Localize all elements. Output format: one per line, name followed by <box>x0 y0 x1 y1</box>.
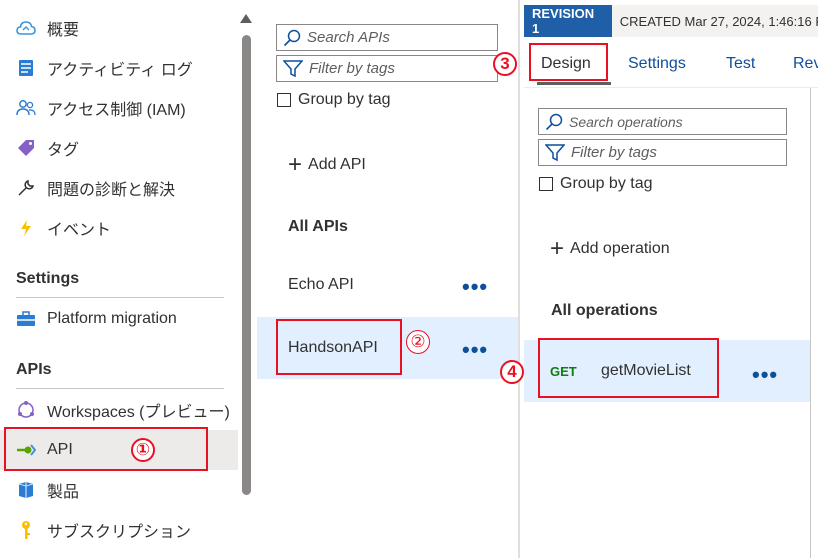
active-tab-indicator <box>537 82 611 85</box>
more-options-icon[interactable]: ••• <box>752 364 778 386</box>
nav-section-settings: Settings <box>16 270 80 287</box>
nav-item-activity-log[interactable]: アクティビティ ログ <box>0 48 238 88</box>
people-icon <box>16 98 36 118</box>
nav-item-products[interactable]: 製品 <box>0 470 238 510</box>
search-operations-placeholder: Search operations <box>569 113 683 130</box>
operations-list: Search operations Filter by tags Group b… <box>524 88 811 558</box>
api-name: Echo API <box>288 276 354 293</box>
nav-label: アクティビティ ログ <box>47 62 193 79</box>
add-operation-label: Add operation <box>570 240 670 257</box>
filter-tags-input[interactable]: Filter by tags <box>276 55 498 82</box>
ops-scrollbar[interactable] <box>810 88 811 558</box>
search-apis-placeholder: Search APIs <box>307 29 390 46</box>
nav-item-iam[interactable]: アクセス制御 (IAM) <box>0 88 238 128</box>
nav-item-subscriptions[interactable]: サブスクリプション <box>0 510 238 550</box>
product-icon <box>16 480 36 500</box>
group-by-tag-label: Group by tag <box>560 175 653 192</box>
tab-settings[interactable]: Settings <box>628 42 686 86</box>
nav-item-events[interactable]: イベント <box>0 208 238 248</box>
key-icon <box>16 520 36 540</box>
nav-label: Platform migration <box>47 310 177 327</box>
nav-divider <box>16 297 224 298</box>
cloud-icon <box>16 18 36 38</box>
filter-tags-placeholder: Filter by tags <box>309 60 395 77</box>
nav-label: 製品 <box>47 484 80 501</box>
search-icon <box>283 29 301 47</box>
activity-log-icon <box>16 58 36 78</box>
tab-revisions[interactable]: Rev <box>793 42 818 86</box>
add-api-button[interactable]: + Add API <box>288 153 366 177</box>
ops-group-by-tag-checkbox[interactable]: Group by tag <box>539 175 653 193</box>
add-api-label: Add API <box>308 156 366 173</box>
more-options-icon[interactable]: ••• <box>462 339 488 361</box>
search-apis-input[interactable]: Search APIs <box>276 24 498 51</box>
filter-icon <box>545 143 565 162</box>
nav-label: Workspaces (プレビュー) <box>47 404 230 421</box>
api-row-echo[interactable]: Echo API ••• <box>257 256 518 314</box>
filter-operations-placeholder: Filter by tags <box>571 144 657 161</box>
step-3-marker: 3 <box>493 52 517 76</box>
tab-bar: Design Settings Test Rev <box>524 42 818 88</box>
highlight-box-design-tab <box>529 43 608 81</box>
search-operations-input[interactable]: Search operations <box>538 108 787 135</box>
nav-item-overview[interactable]: 概要 <box>0 8 238 48</box>
nav-section-apis: APIs <box>16 361 52 378</box>
left-navigation: 概要 アクティビティ ログ アクセス制御 (IAM) タグ 問題の診断と解決 イ… <box>0 0 255 558</box>
step-4-marker: 4 <box>500 360 524 384</box>
add-operation-button[interactable]: + Add operation <box>550 237 670 261</box>
more-options-icon[interactable]: ••• <box>462 276 488 298</box>
revision-bar: REVISION 1 CREATED Mar 27, 2024, 1:46:16… <box>524 5 818 37</box>
nav-item-diagnose[interactable]: 問題の診断と解決 <box>0 168 238 208</box>
highlight-box-operation <box>538 338 719 398</box>
group-by-tag-label: Group by tag <box>298 91 391 108</box>
highlight-box-handsonapi <box>276 319 402 375</box>
plus-icon: + <box>550 235 565 262</box>
nav-label: アクセス制御 (IAM) <box>47 102 186 119</box>
lightning-icon <box>16 218 36 238</box>
nav-divider <box>16 388 224 389</box>
workspaces-icon <box>16 400 36 420</box>
step-1-marker: ① <box>131 438 155 462</box>
created-timestamp: CREATED Mar 27, 2024, 1:46:16 P <box>619 13 818 29</box>
search-icon <box>545 113 563 131</box>
all-operations-heading: All operations <box>551 302 658 319</box>
tag-icon <box>16 138 36 158</box>
tab-test[interactable]: Test <box>726 42 755 86</box>
filter-icon <box>283 59 303 78</box>
operations-panel: REVISION 1 CREATED Mar 27, 2024, 1:46:16… <box>518 0 818 558</box>
highlight-box-api <box>4 427 208 471</box>
nav-scrollbar-thumb[interactable] <box>242 35 251 495</box>
nav-item-workspaces[interactable]: Workspaces (プレビュー) <box>0 390 238 430</box>
migration-icon <box>16 309 36 329</box>
scroll-up-arrow[interactable] <box>240 14 252 23</box>
all-apis-heading: All APIs <box>288 218 348 235</box>
nav-label: イベント <box>47 222 112 239</box>
revision-badge: REVISION 1 <box>524 5 612 37</box>
nav-label: 概要 <box>47 22 80 39</box>
nav-item-tags[interactable]: タグ <box>0 128 238 168</box>
step-2-marker: ② <box>406 330 430 354</box>
nav-label: 問題の診断と解決 <box>47 182 176 199</box>
nav-item-platform-migration[interactable]: Platform migration <box>0 299 238 339</box>
filter-operations-input[interactable]: Filter by tags <box>538 139 787 166</box>
checkbox[interactable] <box>539 177 553 191</box>
group-by-tag-checkbox[interactable]: Group by tag <box>277 91 391 109</box>
nav-label: サブスクリプション <box>47 524 192 541</box>
api-list-panel: Search APIs Filter by tags Group by tag … <box>255 0 518 558</box>
checkbox[interactable] <box>277 93 291 107</box>
wrench-icon <box>16 178 36 198</box>
nav-label: タグ <box>47 142 80 159</box>
plus-icon: + <box>288 151 303 178</box>
